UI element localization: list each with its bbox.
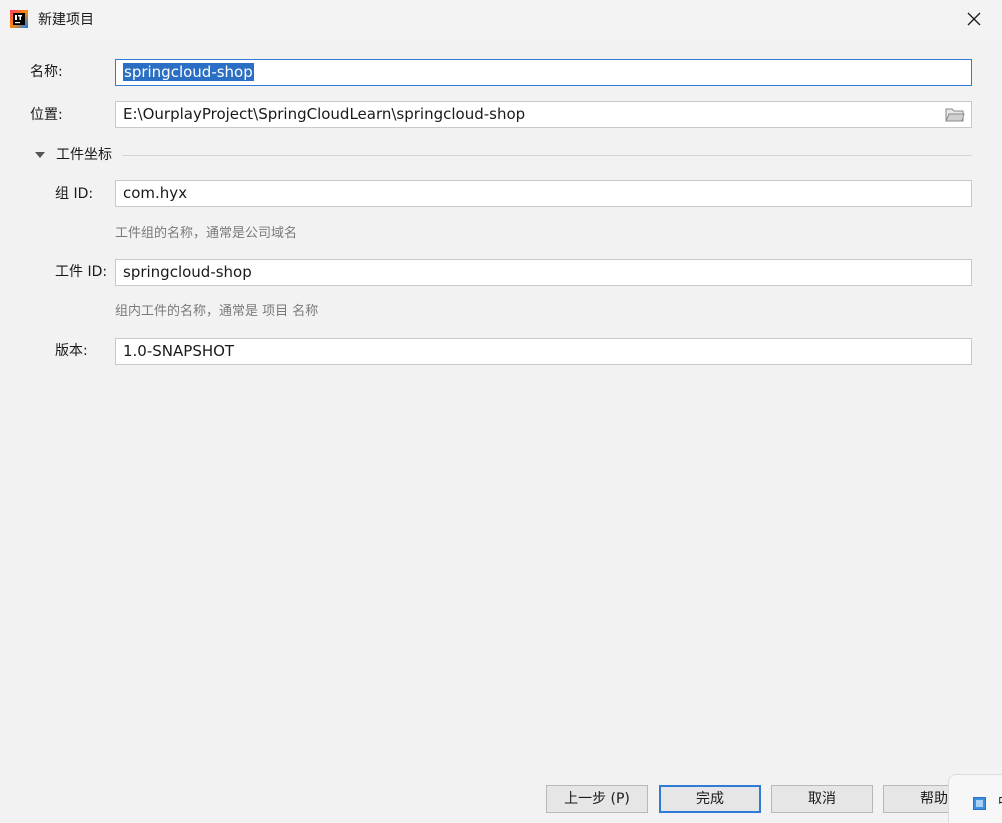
artifact-id-value: springcloud-shop	[123, 263, 252, 281]
title-bar: 新建项目	[0, 0, 1002, 40]
intellij-idea-icon	[10, 10, 28, 28]
artifact-coordinates-section: 工件坐标	[34, 145, 972, 165]
group-id-input[interactable]: com.hyx	[115, 180, 972, 207]
location-input[interactable]: E:\OurplayProject\SpringCloudLearn\sprin…	[115, 101, 972, 128]
cancel-button[interactable]: 取消	[771, 785, 873, 813]
section-divider	[122, 155, 972, 156]
ime-icon	[973, 797, 986, 810]
new-project-dialog: 新建项目 名称: springcloud-shop 位置: E:\Ourplay…	[0, 0, 1002, 823]
finish-button[interactable]: 完成	[659, 785, 761, 813]
collapse-triangle-icon[interactable]	[34, 150, 46, 160]
location-input-value: E:\OurplayProject\SpringCloudLearn\sprin…	[123, 105, 526, 123]
group-id-value: com.hyx	[123, 184, 188, 202]
ime-popup[interactable]: 中	[948, 774, 1002, 823]
artifact-id-label: 工件 ID:	[55, 264, 108, 280]
dialog-title: 新建项目	[38, 12, 94, 28]
group-id-label: 组 ID:	[55, 186, 94, 202]
version-value: 1.0-SNAPSHOT	[123, 342, 235, 360]
previous-button[interactable]: 上一步 (P)	[546, 785, 648, 813]
artifact-id-input[interactable]: springcloud-shop	[115, 259, 972, 286]
section-title: 工件坐标	[56, 147, 112, 163]
ime-popup-text: 中	[998, 793, 1002, 813]
version-input[interactable]: 1.0-SNAPSHOT	[115, 338, 972, 365]
group-id-hint: 工件组的名称，通常是公司域名	[115, 226, 298, 241]
location-label: 位置:	[30, 107, 63, 123]
version-label: 版本:	[55, 343, 88, 359]
close-button[interactable]	[952, 0, 996, 38]
folder-browse-icon[interactable]	[945, 106, 965, 123]
name-input-value: springcloud-shop	[123, 63, 254, 81]
artifact-id-hint: 组内工件的名称，通常是 项目 名称	[115, 304, 319, 319]
close-icon	[967, 12, 981, 26]
name-input[interactable]: springcloud-shop	[115, 59, 972, 86]
name-label: 名称:	[30, 64, 63, 80]
